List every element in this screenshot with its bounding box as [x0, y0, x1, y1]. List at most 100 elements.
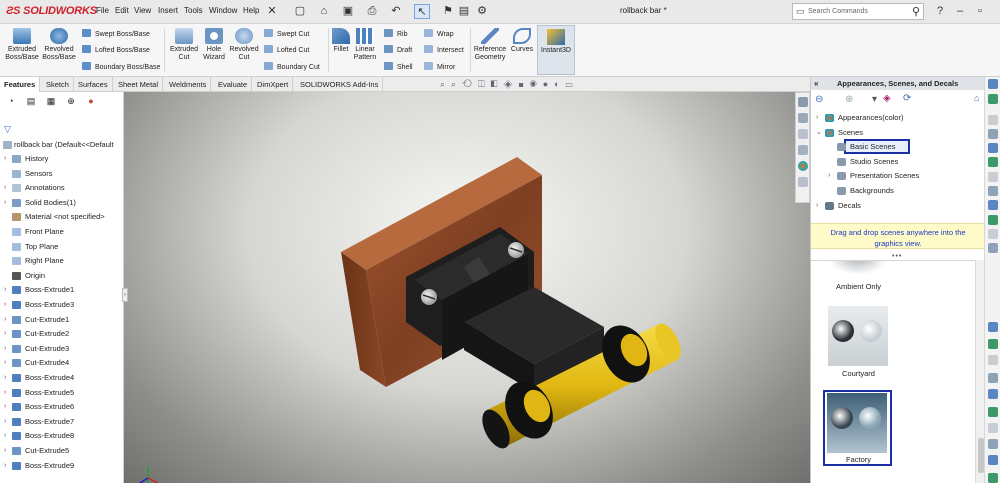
dropdown-arrow-icon[interactable]: ▾: [872, 94, 877, 105]
menu-file[interactable]: File: [96, 6, 109, 15]
expand-chevron-icon[interactable]: ⌄: [816, 126, 822, 140]
revolved-boss-button[interactable]: Revolved Boss/Base: [41, 28, 77, 62]
file-explorer-icon[interactable]: [798, 129, 808, 139]
solidworks-logo[interactable]: ƧS SOLIDWORKS: [6, 5, 97, 17]
strip-tool-icon[interactable]: [988, 322, 998, 332]
dynamic-annotation-icon[interactable]: ◧: [491, 79, 504, 89]
expand-chevron-icon[interactable]: ›: [4, 400, 6, 414]
expand-chevron-icon[interactable]: ›: [4, 152, 6, 166]
tree-root[interactable]: rollback bar (Default<<Default: [0, 138, 124, 152]
rebuild-icon[interactable]: ⚑: [440, 4, 456, 19]
tab-solidworks-add-ins[interactable]: SOLIDWORKS Add-Ins: [296, 77, 384, 92]
tree-item[interactable]: › Annotations: [0, 181, 124, 195]
help-question-icon[interactable]: ?: [932, 4, 948, 19]
tree-item[interactable]: › Boss-Extrude7: [0, 415, 124, 429]
expand-chevron-icon[interactable]: ›: [816, 111, 818, 125]
strip-tool-icon[interactable]: [988, 143, 998, 153]
display-style-icon[interactable]: ◼: [518, 79, 529, 89]
new-document-icon[interactable]: ▢: [292, 4, 308, 19]
swept-cut-button[interactable]: Swept Cut: [264, 29, 309, 38]
tree-item[interactable]: › Cut-Extrude4: [0, 356, 124, 370]
dimxpert-manager-tab-icon[interactable]: ⊕: [64, 95, 78, 107]
filter-icon[interactable]: ▽: [4, 124, 11, 135]
minimize-icon[interactable]: –: [952, 4, 968, 19]
expand-chevron-icon[interactable]: ›: [4, 371, 6, 385]
scene-thumb-ambient-only[interactable]: [828, 261, 888, 275]
edit-appearance-icon[interactable]: ●: [543, 79, 554, 89]
tree-item[interactable]: › Boss-Extrude9: [0, 459, 124, 473]
task-tree-item[interactable]: Basic Scenes: [811, 139, 985, 155]
tree-item[interactable]: Right Plane: [0, 254, 124, 268]
draft-button[interactable]: Draft: [384, 45, 412, 54]
tab-weldments[interactable]: Weldments: [165, 77, 212, 92]
configuration-manager-tab-icon[interactable]: ▦: [44, 95, 58, 107]
property-manager-tab-icon[interactable]: ▤: [24, 95, 38, 107]
tree-item[interactable]: Origin: [0, 269, 124, 283]
tab-sheet-metal[interactable]: Sheet Metal: [114, 77, 164, 92]
strip-tool-icon[interactable]: [988, 339, 998, 349]
scene-thumb-factory[interactable]: [827, 393, 887, 453]
task-tree-item[interactable]: Backgrounds: [811, 184, 985, 198]
strip-tool-icon[interactable]: [988, 439, 998, 449]
tree-item[interactable]: › Boss-Extrude4: [0, 371, 124, 385]
strip-tool-icon[interactable]: [988, 407, 998, 417]
expand-chevron-icon[interactable]: ›: [4, 298, 6, 312]
scene-thumb-courtyard[interactable]: [828, 306, 888, 366]
instant3d-button[interactable]: Instant3D: [537, 25, 575, 75]
tab-features[interactable]: Features: [0, 77, 41, 92]
hide-show-items-icon[interactable]: ◉: [530, 79, 543, 89]
custom-properties-icon[interactable]: [798, 177, 808, 187]
expand-chevron-icon[interactable]: ›: [4, 415, 6, 429]
strip-tool-icon[interactable]: [988, 157, 998, 167]
expand-chevron-icon[interactable]: ›: [4, 283, 6, 297]
expand-chevron-icon[interactable]: ›: [4, 342, 6, 356]
menu-help[interactable]: Help: [243, 6, 259, 15]
tab-dimxpert[interactable]: DimXpert: [253, 77, 294, 92]
strip-tool-icon[interactable]: [988, 229, 998, 239]
fillet-button[interactable]: Fillet: [331, 28, 351, 54]
lofted-cut-button[interactable]: Lofted Cut: [264, 45, 309, 54]
strip-tool-icon[interactable]: [988, 455, 998, 465]
tree-item[interactable]: › Boss-Extrude3: [0, 298, 124, 312]
zoom-to-fit-icon[interactable]: ⌕: [440, 79, 451, 89]
back-icon[interactable]: ⊖: [815, 94, 823, 105]
search-commands-input[interactable]: ▭ Search Commands ⚲: [792, 3, 924, 20]
extruded-boss-button[interactable]: Extruded Boss/Base: [4, 28, 40, 62]
tree-item[interactable]: Sensors: [0, 167, 124, 181]
tree-item[interactable]: › Cut-Extrude1: [0, 313, 124, 327]
previous-view-icon[interactable]: ⟲: [462, 79, 478, 89]
tree-item[interactable]: › Cut-Extrude2: [0, 327, 124, 341]
strip-tool-icon[interactable]: [988, 115, 998, 125]
appearances-scenes-icon[interactable]: [798, 161, 808, 171]
menu-edit[interactable]: Edit: [115, 6, 129, 15]
graphics-view[interactable]: [124, 92, 810, 484]
solidworks-resources-icon[interactable]: [798, 97, 808, 107]
options-icon[interactable]: ⌂: [974, 93, 979, 103]
strip-tool-icon[interactable]: [988, 373, 998, 383]
tree-item[interactable]: › Boss-Extrude6: [0, 400, 124, 414]
menu-tools[interactable]: Tools: [184, 6, 203, 15]
view-settings-icon[interactable]: ▭: [566, 79, 579, 89]
menu-window[interactable]: Window: [209, 6, 237, 15]
intersect-button[interactable]: Intersect: [424, 45, 464, 54]
hole-wizard-button[interactable]: Hole Wizard: [200, 28, 228, 62]
menu-insert[interactable]: Insert: [158, 6, 178, 15]
strip-tool-icon[interactable]: [988, 172, 998, 182]
boundary-boss-button[interactable]: Boundary Boss/Base: [82, 62, 160, 71]
expand-chevron-icon[interactable]: ›: [4, 429, 6, 443]
options-gear-icon[interactable]: ⚙: [474, 4, 490, 19]
expand-chevron-icon[interactable]: ›: [4, 181, 6, 195]
add-file-location-icon[interactable]: ◈: [883, 93, 891, 104]
strip-tool-icon[interactable]: [988, 129, 998, 139]
extruded-cut-button[interactable]: Extruded Cut: [167, 28, 201, 62]
tree-item[interactable]: › History: [0, 152, 124, 166]
swept-boss-button[interactable]: Swept Boss/Base: [82, 29, 150, 38]
strip-tool-icon[interactable]: [988, 473, 998, 483]
menu-view[interactable]: View: [134, 6, 151, 15]
mirror-button[interactable]: Mirror: [424, 62, 455, 71]
shell-button[interactable]: Shell: [384, 62, 413, 71]
tree-item[interactable]: Top Plane: [0, 240, 124, 254]
reference-geometry-button[interactable]: Reference Geometry: [472, 28, 508, 62]
linear-pattern-button[interactable]: Linear Pattern: [352, 28, 378, 62]
expand-chevron-icon[interactable]: ›: [816, 199, 818, 213]
